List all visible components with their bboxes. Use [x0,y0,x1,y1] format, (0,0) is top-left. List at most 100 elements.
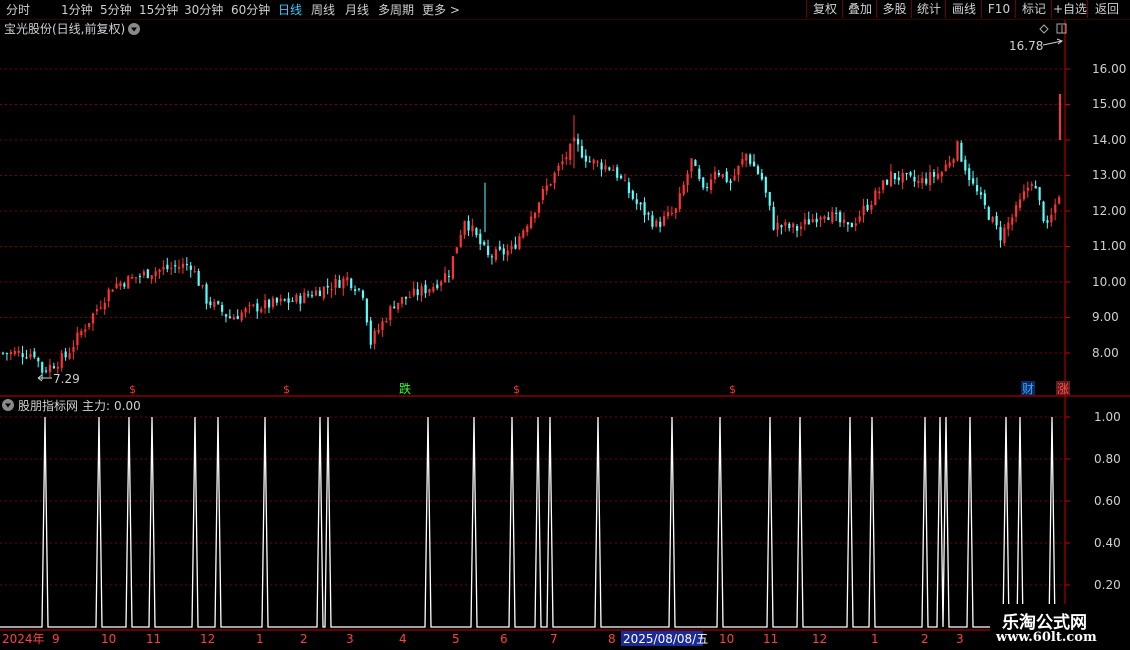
candle-body [901,172,904,183]
candle-body [764,177,767,193]
candle-body [48,364,52,373]
candle-body [361,290,365,298]
candle-body [1054,204,1057,213]
indicator-name: 股朋指标网 [18,398,78,413]
candle-body [221,305,224,312]
candle-body [596,161,599,163]
candle-body [557,165,560,171]
candle-body [1042,201,1045,222]
kline-chart: 宝光股份(日线,前复权) 16.00 15.00 14.00 13.00 12.… [0,20,1130,650]
price-tick: 12.00 [1092,204,1126,218]
candle-body [346,277,349,281]
candle-body [103,302,106,310]
candle-body [768,192,771,206]
candle-body [975,185,979,192]
candle-body [760,173,764,180]
time-label: 10 [719,632,734,646]
candle-body [815,218,818,223]
candle-body [659,221,662,227]
candle-body [33,351,36,358]
candle-body [960,142,963,162]
event-marker-rise[interactable]: 涨 [1057,381,1069,396]
event-marker-finance[interactable]: 财 [1022,382,1034,396]
candle-body [45,370,48,372]
candle-body [776,222,779,230]
candle-body [494,249,498,261]
candle-body [1030,184,1033,186]
candle-body [107,289,110,302]
diamond-icon[interactable] [1039,24,1049,34]
candle-body [131,276,134,279]
candle-body [475,228,478,236]
indicator-tick: 0.20 [1094,578,1121,592]
candle-body [991,216,994,222]
candle-body [921,177,924,184]
candle-body [138,276,142,278]
candle-body [279,298,282,302]
candle-body [463,221,466,235]
event-marker[interactable]: $ [129,383,136,396]
indicator-dropdown-icon[interactable] [2,399,14,411]
candle-body [530,216,533,229]
candle-body [972,178,975,184]
candle-body [299,295,302,304]
candle-body [373,330,376,344]
candle-body [397,302,400,310]
candle-body [616,167,619,178]
candle-body [737,165,740,175]
candle-body [627,182,631,194]
dropdown-icon[interactable] [128,23,140,35]
candle-body [232,317,235,320]
candle-body [252,304,255,306]
event-marker[interactable]: $ [513,383,520,396]
candle-body [205,284,208,304]
candle-body [181,263,185,268]
candle-body [389,306,392,321]
price-tick: 16.00 [1092,62,1126,76]
candle-body [350,278,353,289]
candle-body [702,177,705,188]
candle-body [408,297,411,299]
candle-body [287,298,290,303]
candle-body [569,143,572,160]
candle-body [854,223,857,226]
candle-body [788,223,791,229]
candle-body [706,187,709,189]
candle-body [678,193,681,209]
time-label: 12 [812,632,827,646]
candle-body [952,159,955,164]
candle-body [146,269,149,279]
candle-body [354,289,357,292]
candle-body [490,256,494,258]
event-marker[interactable]: $ [283,383,290,396]
candle-body [803,219,807,225]
watermark-url: www.60lt.com [996,630,1097,645]
candle-body [314,290,318,296]
candle-body [502,248,505,255]
candle-body [913,176,916,182]
candle-body [80,331,83,336]
candle-body [174,265,177,267]
candle-body [741,159,744,165]
candle-body [443,273,447,283]
candle-body [749,154,752,164]
price-tick: 13.00 [1092,168,1126,182]
candle-body [365,298,368,323]
candle-body [193,271,196,273]
time-label: 11 [763,632,778,646]
candle-body [995,216,998,226]
event-marker[interactable]: $ [729,383,736,396]
time-label: 4 [399,632,407,646]
candle-body [9,351,13,355]
candle-body [1034,185,1037,189]
candle-body [846,222,850,225]
candle-body [948,162,951,167]
candle-body [799,226,803,229]
candle-body [925,178,928,184]
event-marker-fall[interactable]: 跌 [399,381,411,396]
candle-body [483,241,486,245]
candle-body [709,179,713,190]
price-tick: 14.00 [1092,133,1126,147]
time-label: 10 [101,632,116,646]
time-label: 9 [52,632,60,646]
